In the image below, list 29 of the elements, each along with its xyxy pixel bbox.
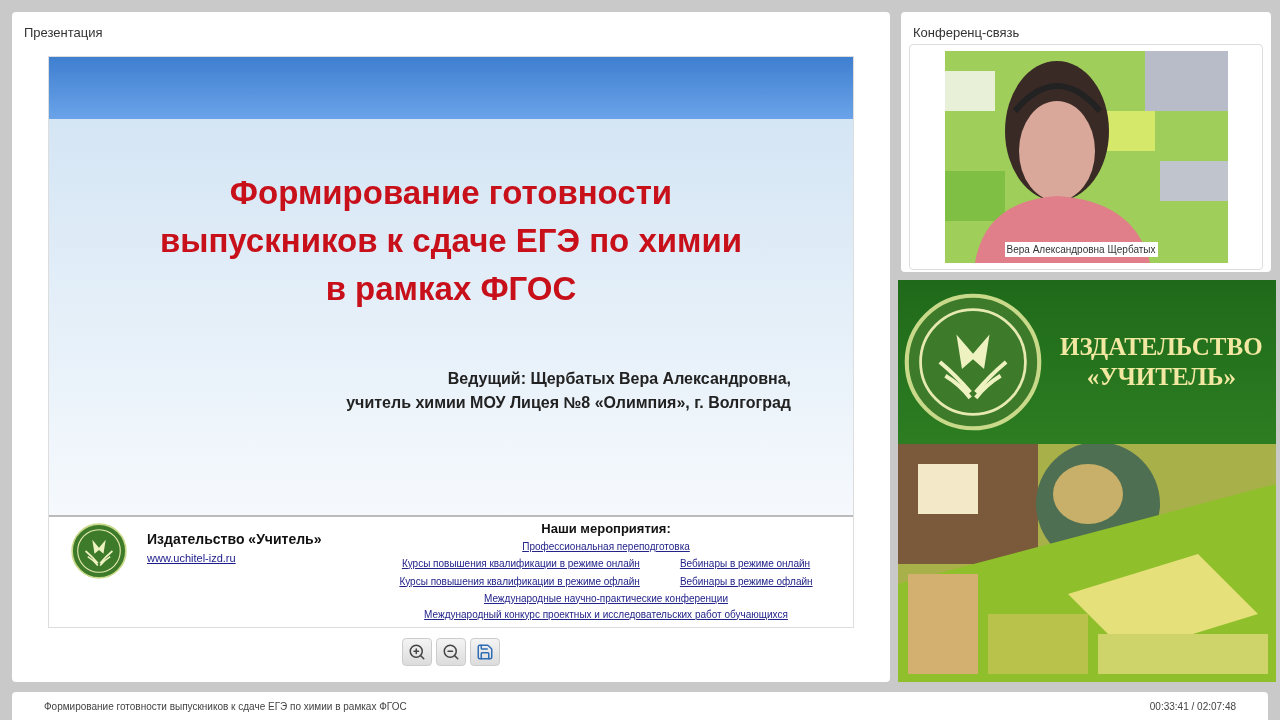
zoom-in-icon [408,643,426,661]
panel-title: Презентация [24,25,103,40]
zoom-out-icon [442,643,460,661]
status-title: Формирование готовности выпускников к сдаче ЕГЭ по химии в рамках ФГОС [44,699,407,714]
publisher-logo [71,523,127,579]
banner-text: «УЧИТЕЛЬ» [1086,362,1236,392]
event-link[interactable]: Вебинары в режиме офлайн [679,572,813,591]
speaker-name-label: Вера Александровна Щербатых [1004,242,1158,257]
playback-time: 00:33:41 / 02:07:48 [1149,699,1236,714]
event-link[interactable]: Профессиональная переподготовка [522,538,690,555]
slide-title: в рамках ФГОС [325,269,577,309]
panel-title: Конференц-связь [913,25,1020,40]
event-link[interactable]: Курсы повышения квалификации в режиме онлайн [401,554,640,573]
publisher-name: Издательство «Учитель» [147,530,322,549]
event-link[interactable]: Международные научно-практические конференции [483,590,729,607]
save-icon [476,643,494,661]
banner-text: ИЗДАТЕЛЬСТВО [1060,332,1263,362]
zoom-out-button[interactable] [436,638,466,666]
slide-title: выпускников к сдаче ЕГЭ по химии [159,221,743,261]
presenter-text: Ведущий: Щербатых Вера Александровна, [447,369,791,389]
event-link[interactable]: Курсы повышения квалификации в режиме офлайн [399,572,640,591]
website-link[interactable]: www.uchitel-izd.ru [147,550,322,567]
event-link[interactable]: Международный конкурс проектных и исследовательских работ обучающихся [424,606,788,623]
zoom-in-button[interactable] [402,638,432,666]
save-button[interactable] [470,638,500,666]
slide-title: Формирование готовности [229,173,673,213]
events-heading: Наши мероприятия: [541,520,671,538]
presenter-text: учитель химии МОУ Лицея №8 «Олимпия», г. Волгоград [346,393,791,413]
event-link[interactable]: Вебинары в режиме онлайн [679,554,811,573]
